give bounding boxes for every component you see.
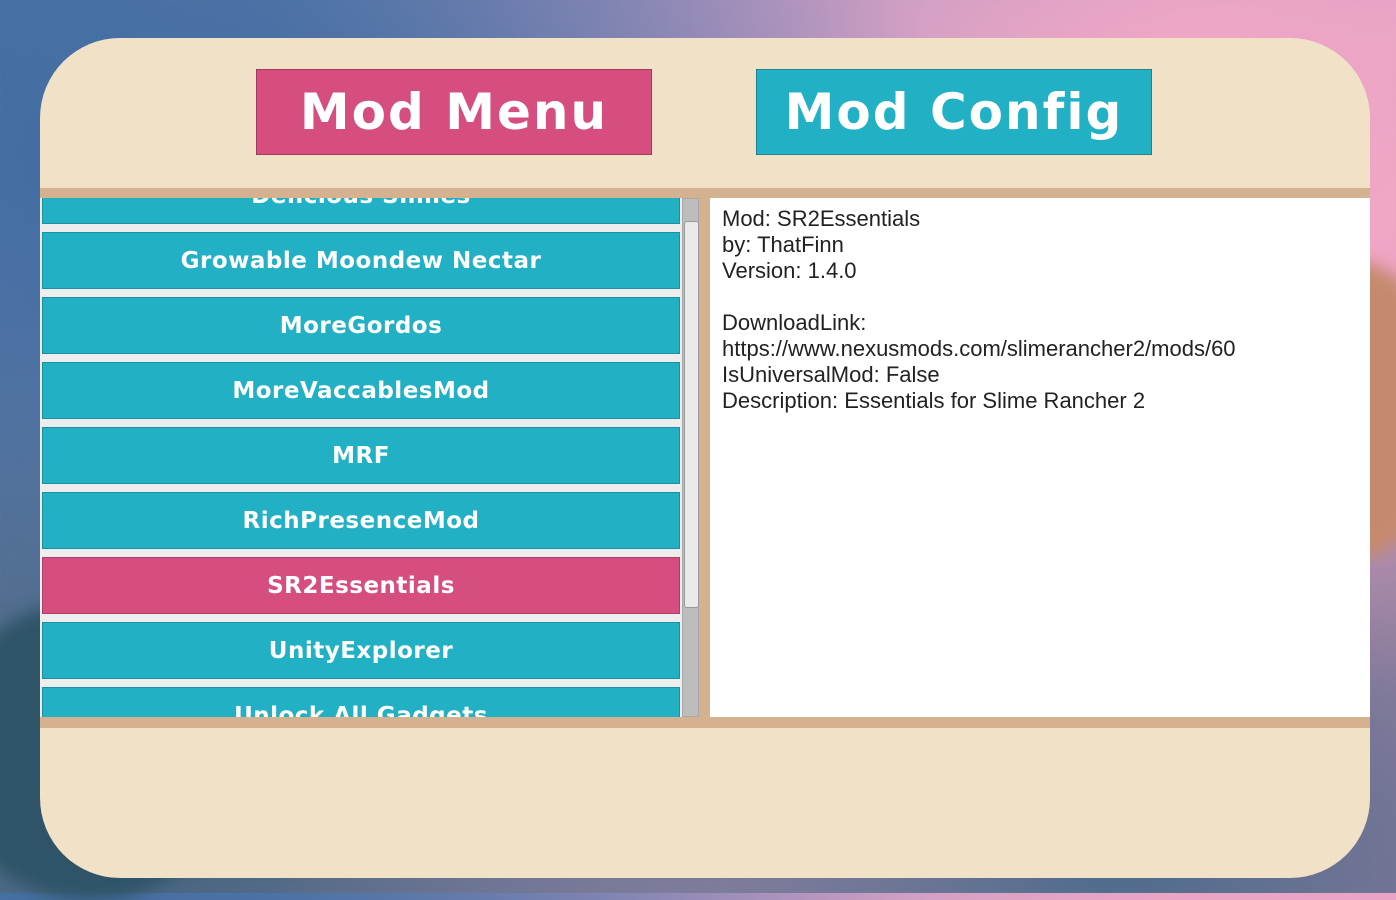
mod-config-tab[interactable]: Mod Config [756, 69, 1152, 155]
mod-menu-tab[interactable]: Mod Menu [256, 69, 652, 155]
mod-list-item[interactable]: RichPresenceMod [42, 492, 680, 549]
mod-author-text: by: ThatFinn [722, 232, 844, 257]
mod-details-panel: Mod: SR2Essentials by: ThatFinn Version:… [710, 198, 1370, 717]
mod-list-item[interactable]: Delicious Slimes [42, 198, 680, 224]
download-link-url[interactable]: https://www.nexusmods.com/slimerancher2/… [722, 336, 1358, 362]
download-link-label: DownloadLink: [722, 310, 867, 335]
mod-list-item[interactable]: MoreVaccablesMod [42, 362, 680, 419]
universal-mod-text: IsUniversalMod: False [722, 362, 940, 387]
mod-list-item[interactable]: MoreGordos [42, 297, 680, 354]
mod-list-item[interactable]: MRF [42, 427, 680, 484]
mod-list-item[interactable]: Unlock All Gadgets [42, 687, 680, 717]
mod-version-text: Version: 1.4.0 [722, 258, 857, 283]
mod-menu-panel: Mod Menu Mod Config Delicious Slimes Gro… [40, 38, 1370, 878]
scrollbar-thumb[interactable] [684, 221, 699, 608]
mod-description-text: Description: Essentials for Slime Ranche… [722, 388, 1146, 413]
mod-list-scrollbar[interactable] [682, 198, 699, 717]
mod-list-item-selected[interactable]: SR2Essentials [42, 557, 680, 614]
mod-list-item[interactable]: Growable Moondew Nectar [42, 232, 680, 289]
mod-name-text: Mod: SR2Essentials [722, 206, 921, 231]
mod-list[interactable]: Delicious Slimes Growable Moondew Nectar… [40, 198, 698, 717]
mod-list-item[interactable]: UnityExplorer [42, 622, 680, 679]
